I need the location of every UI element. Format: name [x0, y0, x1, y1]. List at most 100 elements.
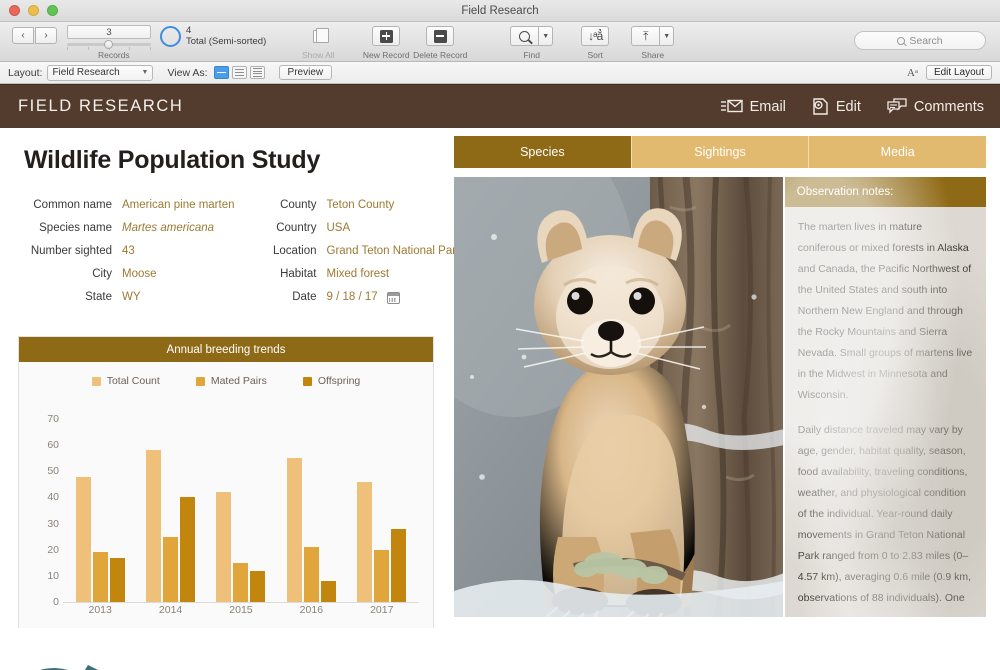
- record-slider[interactable]: [67, 39, 151, 50]
- y-axis-tick: 30: [47, 517, 59, 530]
- tab-media[interactable]: Media: [808, 136, 987, 168]
- search-input[interactable]: Search: [854, 31, 986, 50]
- notes-paragraph: Daily distance traveled may vary by age,…: [797, 424, 972, 604]
- record-nav-buttons: ‹ ›: [12, 22, 57, 44]
- record-total-group: 4 Total (Semi-sorted): [160, 22, 266, 47]
- field-value-species-name[interactable]: Martes americana: [122, 222, 235, 235]
- legend-item: Mated Pairs: [195, 375, 267, 387]
- chevron-down-icon: ▼: [663, 32, 671, 40]
- left-pane: Wildlife Population Study Common name Am…: [0, 128, 462, 670]
- field-column-right: County Teton County Country USA Location…: [255, 199, 462, 304]
- bar-total-count: [286, 458, 302, 602]
- field-value-common-name[interactable]: American pine marten: [122, 199, 235, 212]
- bar-offspring: [250, 570, 266, 602]
- record-slider-knob[interactable]: [103, 39, 113, 49]
- watermark-overlay: SOFTWARES ACADEMY: [20, 648, 280, 670]
- record-slider-group: 3: [67, 22, 151, 50]
- records-caption: Records: [98, 50, 130, 60]
- bar-mated-pairs: [374, 549, 390, 602]
- share-dropdown-button[interactable]: ▼: [659, 26, 675, 46]
- previous-record-button[interactable]: ‹: [12, 27, 34, 44]
- new-record-label: New Record: [362, 50, 410, 60]
- sort-button[interactable]: ↓ ᵃẳ: [581, 26, 610, 46]
- field-value-country[interactable]: USA: [327, 222, 462, 235]
- edit-icon: [813, 98, 828, 115]
- field-value-state[interactable]: WY: [122, 291, 235, 304]
- records-navigation-group: ‹ › 3 4 Total (Semi-sorted) Records: [0, 22, 266, 61]
- sort-label: Sort: [587, 50, 604, 60]
- new-record-button[interactable]: [372, 26, 401, 46]
- bar-offspring: [320, 581, 336, 602]
- edit-action-button[interactable]: Edit: [812, 98, 861, 115]
- search-icon: [519, 30, 531, 42]
- field-value-habitat[interactable]: Mixed forest: [327, 268, 462, 281]
- field-value-location[interactable]: Grand Teton National Park: [327, 245, 462, 258]
- next-record-button[interactable]: ›: [35, 27, 57, 44]
- right-pane: Species Sightings Media Observation note…: [450, 128, 1000, 654]
- view-as-label: View As:: [167, 66, 208, 79]
- comments-action-label: Comments: [913, 98, 984, 115]
- layout-select[interactable]: Field Research ▼: [47, 64, 154, 81]
- preview-button[interactable]: Preview: [278, 65, 333, 80]
- field-value-date[interactable]: 9 / 18 / 17: [327, 291, 378, 304]
- y-axis-tick: 50: [47, 465, 59, 478]
- field-value-city[interactable]: Moose: [122, 268, 235, 281]
- tab-sightings[interactable]: Sightings: [630, 136, 809, 168]
- text-format-icon[interactable]: Aᵃ: [907, 67, 918, 79]
- main-toolbar: ‹ › 3 4 Total (Semi-sorted) Records Show…: [0, 22, 1000, 62]
- chart-legend: Total Count Mated Pairs Offspring: [19, 362, 433, 387]
- view-as-list-button[interactable]: [231, 66, 247, 79]
- find-group: ▼ Find: [510, 22, 554, 61]
- find-dropdown-button[interactable]: ▼: [538, 26, 554, 46]
- app-header: FIELD RESEARCH Email Edit Comments: [0, 84, 1000, 128]
- detail-tabs: Species Sightings Media: [454, 136, 987, 168]
- y-axis-tick: 0: [53, 596, 59, 608]
- application-window: Field Research ‹ › 3 4 Total (Semi-sorte…: [0, 0, 1000, 670]
- record-number-input[interactable]: 3: [67, 25, 151, 39]
- brand-title: FIELD RESEARCH: [18, 97, 184, 115]
- species-photo: [454, 177, 783, 617]
- show-all-label: Show All: [301, 50, 335, 60]
- share-upload-icon: ⤒: [643, 28, 649, 43]
- header-actions: Email Edit Comments: [720, 98, 984, 115]
- view-as-table-button[interactable]: [249, 66, 265, 79]
- share-button[interactable]: ⤒: [631, 26, 660, 46]
- field-label: Number sighted: [30, 245, 112, 257]
- total-record-count: 4: [186, 25, 192, 36]
- layout-select-value: Field Research: [52, 67, 120, 78]
- calendar-icon[interactable]: [386, 291, 400, 304]
- show-all-button[interactable]: [304, 26, 332, 46]
- total-record-label: Total (Semi-sorted): [186, 36, 267, 47]
- field-label: State: [85, 291, 112, 303]
- layout-bar-right: Aᵃ Edit Layout: [907, 65, 992, 80]
- bar-mated-pairs: [92, 552, 108, 602]
- sort-group: ↓ ᵃẳ Sort: [581, 22, 610, 61]
- plus-square-icon: [379, 29, 393, 43]
- delete-record-group: Delete Record: [413, 22, 467, 61]
- view-as-form-button[interactable]: [213, 66, 229, 79]
- field-value-number-sighted[interactable]: 43: [122, 245, 235, 258]
- pine-marten-photograph: [454, 177, 783, 617]
- field-value-county[interactable]: Teton County: [327, 199, 462, 212]
- field-label: Common name: [33, 199, 112, 211]
- field-label: Country: [276, 222, 317, 234]
- edit-action-label: Edit: [835, 98, 861, 115]
- breeding-trends-chart: Annual breeding trends Total Count Mated …: [18, 336, 434, 628]
- window-title: Field Research: [461, 4, 539, 17]
- layout-label: Layout:: [8, 66, 43, 79]
- email-action-button[interactable]: Email: [720, 99, 786, 115]
- edit-layout-button[interactable]: Edit Layout: [925, 65, 992, 80]
- bar-group: [146, 450, 196, 602]
- field-label: County: [280, 199, 317, 211]
- delete-record-button[interactable]: [426, 26, 455, 46]
- bar-mated-pairs: [163, 536, 179, 602]
- table-view-icon: [252, 67, 262, 78]
- comments-action-button[interactable]: Comments: [887, 98, 984, 115]
- find-button[interactable]: [510, 26, 539, 46]
- bar-group: [286, 458, 336, 602]
- y-axis-tick: 20: [47, 543, 59, 556]
- tab-species[interactable]: Species: [454, 136, 631, 168]
- x-axis-tick: 2017: [370, 604, 394, 616]
- y-axis-tick: 70: [47, 413, 59, 426]
- observation-notes-body[interactable]: The marten lives in mature coniferous or…: [785, 207, 986, 609]
